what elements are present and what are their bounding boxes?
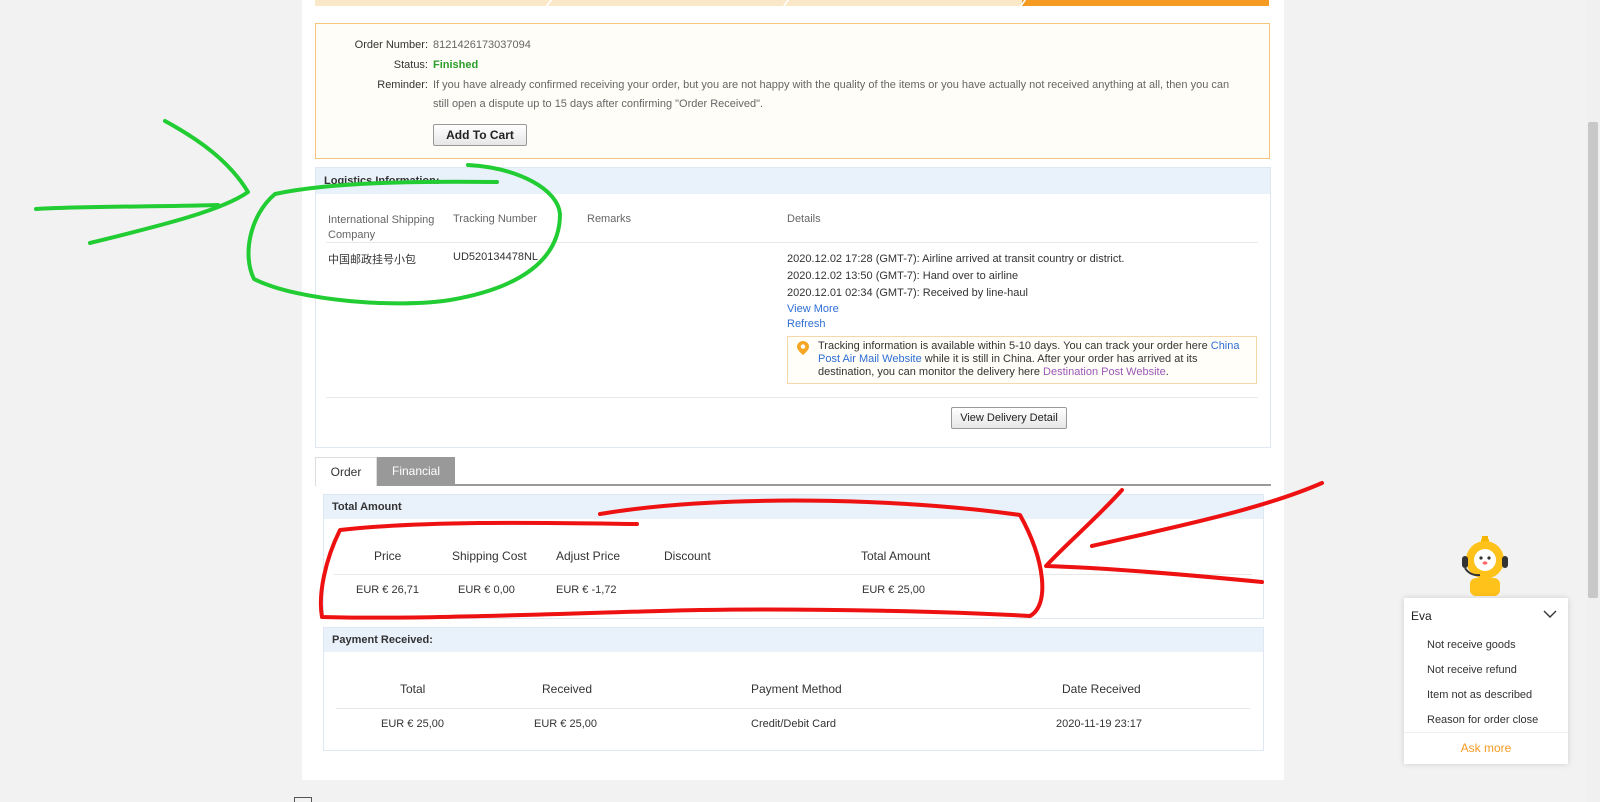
status-value: Finished bbox=[433, 59, 479, 71]
tracking-tip-text: Tracking information is available within… bbox=[818, 340, 1250, 379]
date-received-value: 2020-11-19 23:17 bbox=[1056, 718, 1143, 730]
reminder-label: Reminder: bbox=[377, 79, 428, 91]
divider bbox=[334, 574, 1252, 575]
col-header-received: Received bbox=[542, 682, 593, 696]
logistics-title: Logistics Information: bbox=[316, 168, 1270, 194]
ask-more-button[interactable]: Ask more bbox=[1404, 741, 1568, 755]
col-header-date-received: Date Received bbox=[1062, 682, 1141, 696]
col-header-shipping-cost: Shipping Cost bbox=[452, 549, 527, 563]
total-amount-title: Total Amount bbox=[324, 495, 1263, 519]
divider bbox=[326, 242, 1258, 243]
tab-order[interactable]: Order bbox=[315, 457, 377, 486]
add-to-cart-button[interactable]: Add To Cart bbox=[433, 124, 527, 146]
tracking-event: 2020.12.01 02:34 (GMT-7): Received by li… bbox=[787, 287, 1028, 299]
col-header-remarks: Remarks bbox=[587, 213, 632, 225]
tabs-underline bbox=[315, 484, 1271, 486]
col-header-price: Price bbox=[374, 549, 402, 563]
col-header-discount: Discount bbox=[664, 549, 711, 563]
robot-assistant-icon[interactable] bbox=[1456, 536, 1514, 596]
payment-total-value: EUR € 25,00 bbox=[381, 718, 444, 730]
shipping-company: 中国邮政挂号小包 bbox=[328, 254, 416, 266]
order-number-label: Order Number: bbox=[354, 39, 428, 51]
refresh-link[interactable]: Refresh bbox=[787, 318, 826, 330]
order-number: 8121426173037094 bbox=[433, 39, 531, 51]
col-header-payment-method: Payment Method bbox=[751, 682, 842, 696]
green-arrow-head bbox=[88, 119, 250, 245]
eva-option[interactable]: Item not as described bbox=[1427, 689, 1532, 701]
order-progress-active-step bbox=[1022, 0, 1269, 6]
tracking-number: UD520134478NL bbox=[453, 251, 539, 263]
total-amount-value: EUR € 25,00 bbox=[862, 584, 925, 596]
tracking-event: 2020.12.02 17:28 (GMT-7): Airline arrive… bbox=[787, 253, 1125, 265]
eva-name: Eva bbox=[1411, 609, 1432, 623]
divider bbox=[336, 708, 1250, 709]
payment-method-value: Credit/Debit Card bbox=[751, 718, 836, 730]
col-header-shipping-company: International Shipping Company bbox=[328, 214, 435, 241]
scrollbar-thumb[interactable] bbox=[1588, 122, 1598, 598]
divider bbox=[1404, 732, 1568, 733]
eva-option[interactable]: Reason for order close bbox=[1427, 714, 1538, 726]
tab-financial[interactable]: Financial bbox=[377, 457, 455, 486]
adjust-price-value: EUR € -1,72 bbox=[556, 584, 617, 596]
payment-received-value: EUR € 25,00 bbox=[534, 718, 597, 730]
eva-option[interactable]: Not receive goods bbox=[1427, 639, 1516, 651]
green-arrow-shaft bbox=[34, 203, 220, 211]
tracking-event: 2020.12.02 13:50 (GMT-7): Hand over to a… bbox=[787, 270, 1019, 282]
tip-text: . bbox=[1165, 366, 1169, 378]
destination-post-link[interactable]: Destination Post Website bbox=[1043, 366, 1166, 378]
checkbox[interactable] bbox=[294, 797, 312, 802]
location-pin-icon bbox=[797, 341, 809, 355]
col-header-details: Details bbox=[787, 213, 821, 225]
reminder-text: If you have already confirmed receiving … bbox=[433, 79, 1230, 110]
view-more-link[interactable]: View More bbox=[787, 303, 839, 315]
payment-received-title: Payment Received: bbox=[324, 628, 1263, 652]
col-header-adjust-price: Adjust Price bbox=[556, 549, 621, 563]
status-label: Status: bbox=[393, 59, 428, 71]
tip-text: Tracking information is available within… bbox=[818, 340, 1211, 352]
shipping-cost-value: EUR € 0,00 bbox=[458, 584, 515, 596]
col-header-tracking-number: Tracking Number bbox=[453, 213, 537, 225]
chevron-down-icon[interactable] bbox=[1543, 610, 1557, 619]
eva-option[interactable]: Not receive refund bbox=[1427, 664, 1517, 676]
view-delivery-detail-button[interactable]: View Delivery Detail bbox=[951, 407, 1067, 429]
col-header-total: Total bbox=[400, 682, 426, 696]
col-header-total-amount: Total Amount bbox=[861, 549, 931, 563]
divider bbox=[326, 397, 1258, 398]
price-value: EUR € 26,71 bbox=[356, 584, 419, 596]
